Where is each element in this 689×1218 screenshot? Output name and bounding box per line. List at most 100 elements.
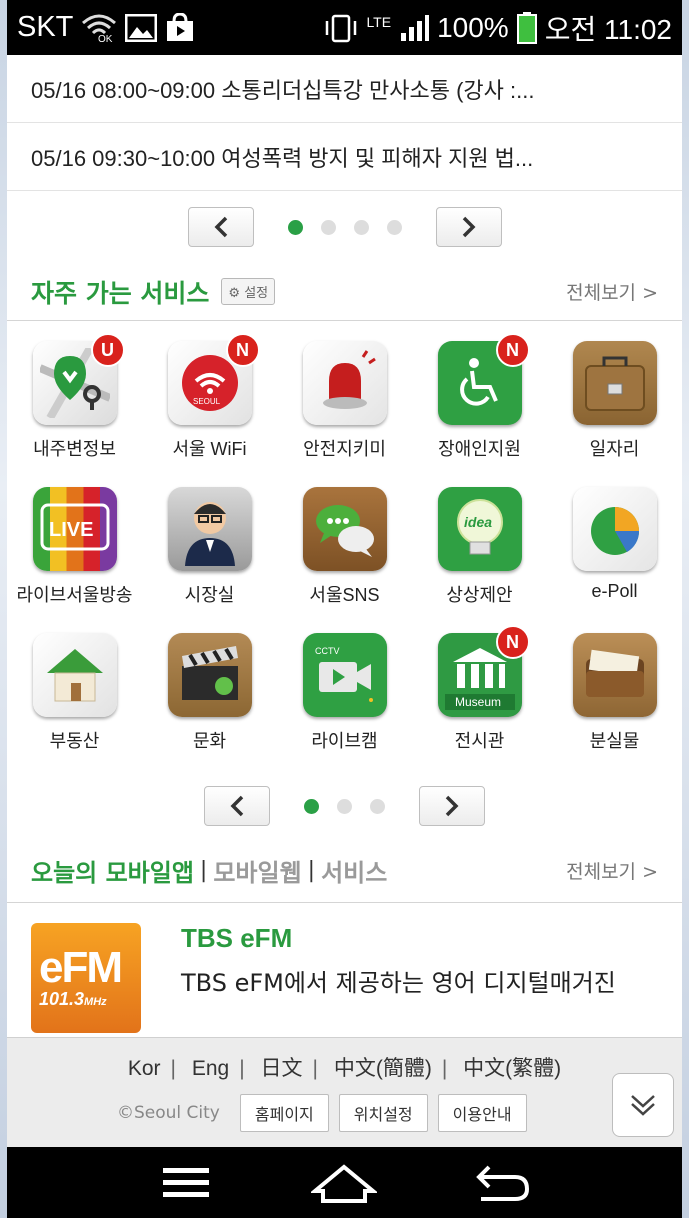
gear-icon: ⚙ [228, 286, 241, 301]
app-tile-mayor-office[interactable]: 시장실 [142, 487, 277, 633]
menu-button[interactable] [146, 1153, 226, 1213]
page-dot[interactable] [370, 798, 385, 814]
featured-description: TBS eFM에서 제공하는 영어 디지털매거진 [181, 969, 616, 997]
app-tile-jobs[interactable]: 일자리 [547, 341, 682, 487]
live-tv-icon: LIVE [32, 487, 117, 571]
app-tile-safety-guard[interactable]: 안전지키미 [277, 341, 412, 487]
app-tile-culture[interactable]: 문화 [142, 633, 277, 779]
view-all-link[interactable]: 전체보기 > [566, 278, 658, 305]
footer-actions: ©Seoul City 홈페이지 위치설정 이용안내 [7, 1094, 682, 1132]
signal-strength-icon [399, 13, 430, 43]
frequent-services-header: 자주 가는 서비스 ⚙ 설정 전체보기 > [7, 263, 682, 321]
carrier-label: SKT [17, 11, 74, 43]
wifi-icon: SEOUL N [167, 333, 260, 425]
chevron-left-icon [230, 795, 244, 817]
copyright: ©Seoul City [117, 1103, 220, 1123]
service-grid: U 내주변정보 SEOUL N 서울 WiFi 안전지키미 N 장애인지원 일자… [7, 321, 682, 779]
main-content: 05/16 08:00~09:00 소통리더십특강 만사소통 (강사 :... … [7, 55, 682, 1147]
chevron-left-icon [214, 216, 227, 238]
page-dot[interactable] [304, 798, 319, 814]
pie-chart-icon [572, 487, 657, 571]
mayor-avatar-icon [167, 487, 252, 571]
badge: N [495, 625, 530, 659]
tab-mobile-web[interactable]: 모바일웹 [213, 853, 301, 888]
page-dot[interactable] [386, 219, 402, 235]
app-tile-live-cam[interactable]: CCTV 라이브캠 [277, 633, 412, 779]
page-dot[interactable] [337, 798, 352, 814]
idea-bulb-icon: idea [437, 487, 522, 571]
page-dot[interactable] [287, 219, 303, 235]
app-label: 장애인지원 [438, 439, 521, 459]
service-prev-button[interactable] [204, 786, 270, 826]
wifi-status-icon: OK [81, 13, 117, 43]
notice-prev-button[interactable] [187, 207, 254, 247]
tab-service[interactable]: 서비스 [321, 853, 387, 888]
house-icon [32, 633, 117, 717]
page-dot[interactable] [320, 219, 336, 235]
home-button[interactable] [304, 1153, 384, 1213]
location-settings-button[interactable]: 위치설정 [338, 1094, 428, 1132]
tab-separator: | [307, 858, 316, 883]
screen-frame-right [682, 0, 689, 1218]
view-all-link[interactable]: 전체보기 > [566, 857, 658, 884]
featured-app[interactable]: eFM 101.3MHz TBS eFM TBS eFM에서 제공하는 영어 디… [7, 903, 682, 1053]
live-text: LIVE [49, 519, 93, 541]
collapse-button[interactable] [612, 1073, 674, 1137]
homepage-button[interactable]: 홈페이지 [239, 1094, 329, 1132]
double-chevron-down-icon [631, 1095, 655, 1116]
app-tile-museum[interactable]: Museum N 전시관 [412, 625, 547, 779]
page-dot[interactable] [353, 219, 369, 235]
settings-button[interactable]: ⚙ 설정 [221, 278, 276, 305]
user-guide-button[interactable]: 이용안내 [437, 1094, 527, 1132]
chevron-right-icon [462, 216, 475, 238]
battery-percent: 100% [437, 11, 509, 43]
clock: 오전 11:02 [544, 13, 672, 45]
service-page-dots [304, 798, 385, 814]
efm-logo-freq: 101.3MHz [39, 988, 107, 1009]
app-label: 내주변정보 [33, 439, 116, 459]
app-tile-nearby[interactable]: U 내주변정보 [7, 333, 142, 487]
badge: N [225, 333, 260, 367]
store-notification-icon [165, 12, 195, 43]
briefcase-icon [572, 341, 657, 425]
app-label: 분실물 [589, 731, 640, 751]
network-type-label: LTE [366, 13, 392, 30]
efm-logo-text: eFM [39, 942, 123, 992]
lang-jpn[interactable]: 日文 [261, 1057, 303, 1080]
app-label: 안전지키미 [303, 439, 386, 459]
service-next-button[interactable] [419, 786, 485, 826]
lang-eng[interactable]: Eng [192, 1057, 229, 1080]
badge: U [90, 333, 125, 367]
notice-next-button[interactable] [435, 207, 502, 247]
settings-label: 설정 [244, 286, 269, 301]
notice-item[interactable]: 05/16 09:30~10:00 여성폭력 방지 및 피해자 지원 법... [7, 123, 682, 191]
featured-text: TBS eFM TBS eFM에서 제공하는 영어 디지털매거진 [181, 923, 616, 1053]
app-tile-live-seoul[interactable]: LIVE 라이브서울방송 [7, 487, 142, 633]
notice-pager [7, 191, 682, 263]
app-tile-seoul-wifi[interactable]: SEOUL N 서울 WiFi [142, 333, 277, 487]
menu-icon [163, 1167, 210, 1197]
lang-kor[interactable]: Kor [128, 1057, 161, 1080]
tab-separator: | [199, 858, 208, 883]
notice-item[interactable]: 05/16 08:00~09:00 소통리더십특강 만사소통 (강사 :... [7, 55, 682, 123]
screen-frame-left [0, 0, 7, 1218]
lang-chs[interactable]: 中文(簡體) [334, 1057, 432, 1080]
app-tile-lost-and-found[interactable]: 분실물 [547, 633, 682, 779]
siren-icon [302, 341, 387, 425]
status-bar: SKT OK LTE 100% 오전 11:02 [7, 0, 682, 55]
chevron-right-icon [445, 795, 459, 817]
app-tile-e-poll[interactable]: e-Poll [547, 487, 682, 633]
app-tile-idea-proposal[interactable]: idea 상상제안 [412, 487, 547, 633]
app-tile-real-estate[interactable]: 부동산 [7, 633, 142, 779]
back-button[interactable] [463, 1153, 543, 1213]
tab-mobile-app[interactable]: 오늘의 모바일앱 [31, 853, 194, 888]
app-tile-seoul-sns[interactable]: 서울SNS [277, 487, 412, 633]
seoul-wifi-text: SEOUL [193, 397, 221, 406]
today-header: 오늘의 모바일앱 | 모바일웹 | 서비스 전체보기 > [7, 839, 682, 903]
battery-icon [516, 11, 537, 44]
app-label: 라이브캠 [311, 731, 378, 751]
home-icon [311, 1163, 378, 1203]
app-tile-disability-support[interactable]: N 장애인지원 [412, 333, 547, 487]
lang-cht[interactable]: 中文(繁體) [463, 1057, 561, 1080]
cctv-camera-icon: CCTV [302, 633, 387, 717]
